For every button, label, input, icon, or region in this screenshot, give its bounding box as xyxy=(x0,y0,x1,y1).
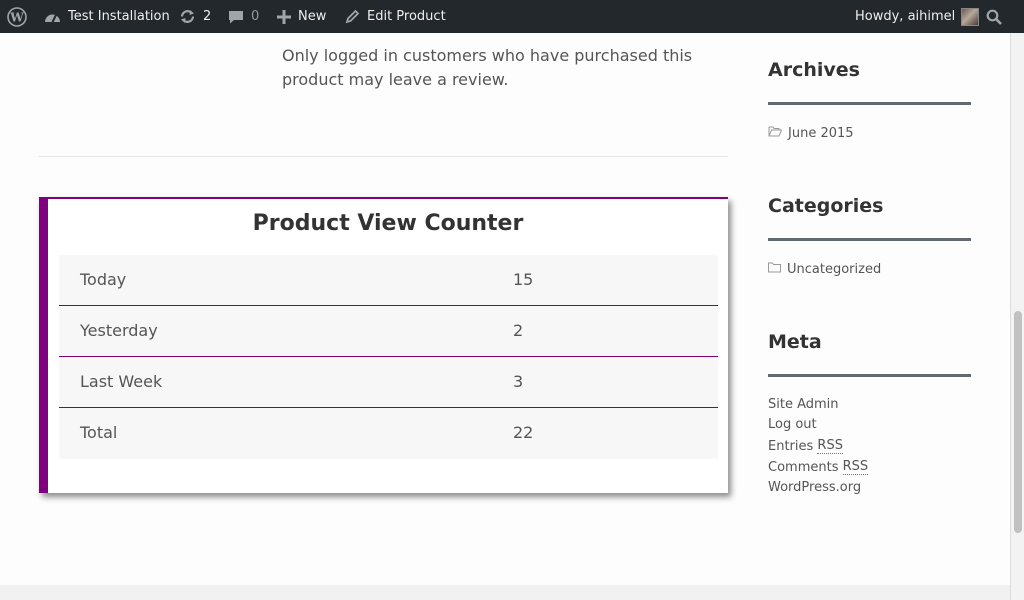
log-out-label: Log out xyxy=(768,417,817,432)
site-name: Test Installation xyxy=(68,9,170,24)
counter-title: Product View Counter xyxy=(252,211,524,236)
counter-row-today: Today 15 xyxy=(59,255,718,306)
comments-count: 0 xyxy=(251,9,260,24)
category-label: Uncategorized xyxy=(787,262,882,277)
meta-widget-title: Meta xyxy=(768,331,822,353)
my-account-menu[interactable]: Howdy, aihimel xyxy=(855,0,980,33)
content-divider xyxy=(39,156,728,157)
counter-label: Yesterday xyxy=(80,321,158,340)
review-restriction-note: Only logged in customers who have purcha… xyxy=(282,46,693,89)
counter-row-yesterday: Yesterday 2 xyxy=(59,306,718,357)
svg-text:W: W xyxy=(9,10,24,24)
archive-link-june-2015[interactable]: June 2015 xyxy=(768,126,854,141)
comment-bubble-icon xyxy=(228,9,244,25)
archives-rule xyxy=(768,102,971,105)
new-content-button[interactable]: New xyxy=(277,0,326,33)
meta-link-entries-rss[interactable]: Entries RSS xyxy=(768,438,843,454)
archives-widget-title: Archives xyxy=(768,59,860,81)
counter-label: Today xyxy=(80,270,127,289)
edit-product-label: Edit Product xyxy=(367,9,446,24)
archive-label: June 2015 xyxy=(788,126,854,141)
howdy-label: Howdy, aihimel xyxy=(855,9,956,24)
updates-icon xyxy=(179,8,196,25)
categories-rule xyxy=(768,238,971,241)
counter-label: Total xyxy=(80,423,118,442)
counter-row-last-week: Last Week 3 xyxy=(59,357,718,408)
rss-abbr: RSS xyxy=(817,438,843,454)
meta-link-site-admin[interactable]: Site Admin xyxy=(768,397,839,412)
counter-value: 2 xyxy=(513,321,524,340)
product-view-counter-widget: Product View Counter Today 15 Yesterday … xyxy=(39,197,728,493)
site-admin-label: Site Admin xyxy=(768,397,839,412)
meta-link-log-out[interactable]: Log out xyxy=(768,417,817,432)
wordpress-logo-icon[interactable]: W xyxy=(7,0,27,33)
categories-widget-title: Categories xyxy=(768,195,884,217)
page-scrollbar[interactable] xyxy=(1010,33,1024,600)
pencil-icon xyxy=(345,9,360,24)
folder-open-icon xyxy=(768,126,783,141)
site-name-menu[interactable]: Test Installation xyxy=(44,0,170,33)
scrollbar-thumb[interactable] xyxy=(1014,311,1022,533)
counter-value: 22 xyxy=(513,423,534,442)
meta-link-wordpress-org[interactable]: WordPress.org xyxy=(768,480,861,495)
folder-icon xyxy=(768,262,781,277)
search-icon[interactable] xyxy=(986,0,1002,33)
category-link-uncategorized[interactable]: Uncategorized xyxy=(768,262,881,277)
counter-table: Today 15 Yesterday 2 Last Week 3 Total 2… xyxy=(59,255,718,459)
entries-label: Entries xyxy=(768,438,814,454)
counter-label: Last Week xyxy=(80,372,163,391)
dashboard-icon xyxy=(44,10,61,24)
footer-strip xyxy=(0,585,1010,600)
counter-row-total: Total 22 xyxy=(59,408,718,459)
counter-value: 3 xyxy=(513,372,524,391)
comments-label: Comments xyxy=(768,459,839,475)
updates-count: 2 xyxy=(203,9,212,24)
meta-rule xyxy=(768,374,971,377)
plus-icon xyxy=(277,9,291,24)
edit-product-button[interactable]: Edit Product xyxy=(345,0,446,33)
wordpress-org-label: WordPress.org xyxy=(768,480,862,495)
new-label: New xyxy=(298,9,327,24)
rss-abbr: RSS xyxy=(842,459,869,475)
updates-button[interactable]: 2 xyxy=(179,0,211,33)
meta-link-comments-rss[interactable]: Comments RSS xyxy=(768,459,869,475)
avatar xyxy=(961,7,980,26)
page-content: Only logged in customers who have purcha… xyxy=(0,33,1010,585)
counter-value: 15 xyxy=(513,270,534,289)
comments-button[interactable]: 0 xyxy=(228,0,259,33)
admin-bar: W Test Installation 2 0 New Edit Product… xyxy=(0,0,1024,33)
